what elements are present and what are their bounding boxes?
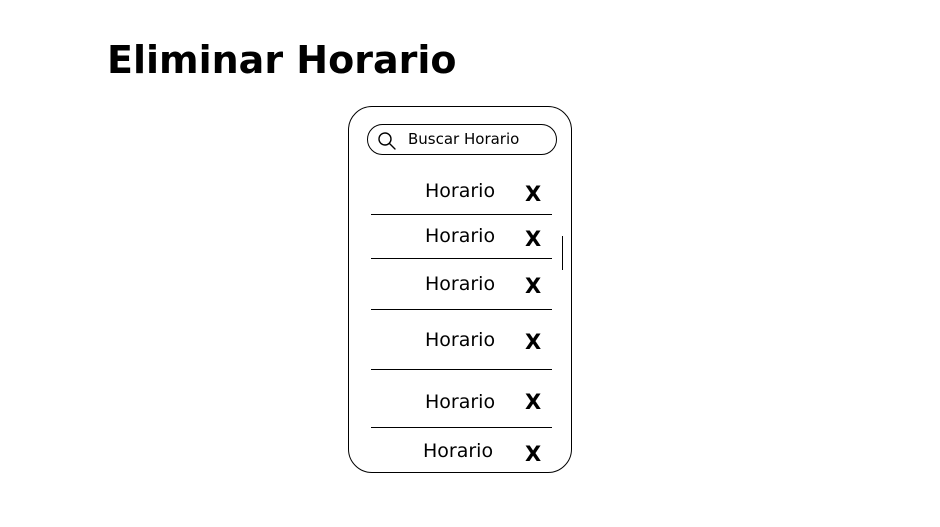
search-input[interactable]	[408, 128, 552, 150]
page-title: Eliminar Horario	[107, 38, 457, 82]
list-item-label: Horario	[425, 329, 496, 351]
list-item-label: Horario	[425, 180, 496, 202]
delete-button[interactable]: X	[525, 330, 541, 354]
delete-button[interactable]: X	[525, 442, 541, 466]
row-divider	[371, 369, 552, 370]
row-divider	[371, 309, 552, 310]
scrollbar[interactable]	[562, 236, 563, 270]
delete-button[interactable]: X	[525, 227, 541, 251]
list-item-label: Horario	[425, 273, 496, 295]
row-divider	[371, 214, 552, 215]
list-item-label: Horario	[425, 391, 496, 413]
delete-button[interactable]: X	[525, 390, 541, 414]
delete-button[interactable]: X	[525, 274, 541, 298]
delete-button[interactable]: X	[525, 182, 541, 206]
page: Eliminar Horario Horario X Horario X Hor…	[0, 0, 940, 527]
list-item-label: Horario	[423, 440, 494, 462]
search-bar[interactable]	[367, 124, 557, 155]
list-item-label: Horario	[425, 225, 496, 247]
phone-frame: Horario X Horario X Horario X Horario X …	[348, 106, 572, 473]
row-divider	[371, 258, 552, 259]
search-icon	[378, 132, 396, 150]
row-divider	[371, 427, 552, 428]
